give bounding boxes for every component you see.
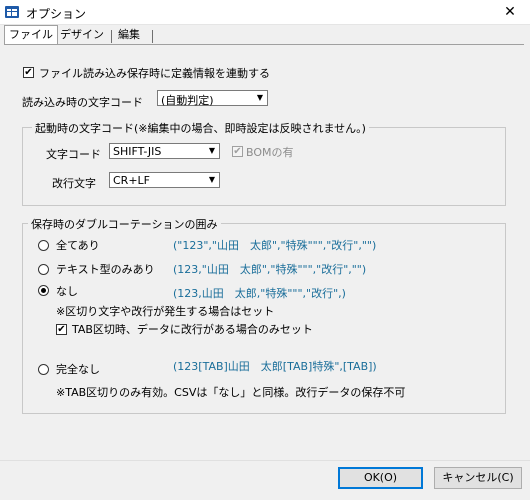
startup-encoding-group xyxy=(22,127,506,206)
quote-complete-none-example: (123[TAB]山田 太郎[TAB]特殊",[TAB]) xyxy=(173,360,377,373)
quote-all-example: ("123","山田 太郎","特殊""","改行","") xyxy=(173,239,377,252)
quote-complete-none-note: ※TAB区切りのみ有効。CSVは「なし」と同様。改行データの保存不可 xyxy=(56,386,406,399)
check-icon: ✔ xyxy=(233,146,242,157)
quote-all-radio[interactable] xyxy=(38,240,49,251)
footer-separator xyxy=(0,460,530,461)
quote-none-radio[interactable] xyxy=(38,285,49,296)
quote-complete-none-label: 完全なし xyxy=(56,363,100,376)
encoding-value: SHIFT-JIS xyxy=(113,145,162,158)
cancel-button[interactable]: キャンセル(C) xyxy=(434,467,522,489)
tab-file[interactable]: ファイル xyxy=(4,25,58,44)
quote-group-title: 保存時のダブルコーテーションの囲み xyxy=(28,216,221,232)
tab-edit[interactable]: 編集 xyxy=(114,26,144,44)
quote-none-note: ※区切り文字や改行が発生する場合はセット xyxy=(56,305,275,318)
tab-separator xyxy=(152,30,153,43)
quote-text-only-example: (123,"山田 太郎","特殊""","改行","") xyxy=(173,263,367,276)
window-title: オプション xyxy=(26,7,87,21)
close-button[interactable]: ✕ xyxy=(490,0,530,24)
tab-newline-label: TAB区切時、データに改行がある場合のみセット xyxy=(72,323,313,336)
read-encoding-select[interactable]: (自動判定) ▼ xyxy=(157,90,268,107)
newline-select[interactable]: CR+LF ▼ xyxy=(109,172,220,188)
encoding-label: 文字コード xyxy=(46,148,101,161)
tab-separator xyxy=(111,30,112,43)
sync-definition-label: ファイル読み込み保存時に定義情報を連動する xyxy=(39,67,270,80)
read-encoding-value: (自動判定) xyxy=(161,94,214,107)
chevron-down-icon[interactable]: ▼ xyxy=(206,174,218,186)
quote-none-example: (123,山田 太郎,"特殊""","改行",) xyxy=(173,287,346,300)
app-icon xyxy=(5,6,19,18)
tab-newline-checkbox[interactable]: ✔ xyxy=(56,324,67,335)
check-icon: ✔ xyxy=(57,324,66,335)
startup-encoding-group-title: 起動時の文字コード(※編集中の場合、即時設定は反映されません。) xyxy=(32,120,369,136)
encoding-select[interactable]: SHIFT-JIS ▼ xyxy=(109,143,220,159)
bom-label: BOMの有 xyxy=(246,146,294,159)
quote-complete-none-radio[interactable] xyxy=(38,364,49,375)
quote-none-label: なし xyxy=(56,285,78,298)
quote-all-label: 全てあり xyxy=(56,239,100,252)
ok-button[interactable]: OK(O) xyxy=(338,467,423,489)
check-icon: ✔ xyxy=(24,67,33,78)
tab-design[interactable]: デザイン xyxy=(56,26,108,44)
newline-label: 改行文字 xyxy=(52,177,96,190)
sync-definition-checkbox[interactable]: ✔ xyxy=(23,67,34,78)
quote-text-only-radio[interactable] xyxy=(38,264,49,275)
quote-text-only-label: テキスト型のみあり xyxy=(56,263,155,276)
newline-value: CR+LF xyxy=(113,174,150,187)
read-encoding-label: 読み込み時の文字コード xyxy=(22,96,143,109)
close-icon: ✕ xyxy=(504,4,516,20)
chevron-down-icon[interactable]: ▼ xyxy=(206,145,218,157)
chevron-down-icon[interactable]: ▼ xyxy=(254,92,266,104)
bom-checkbox[interactable]: ✔ xyxy=(232,146,243,157)
